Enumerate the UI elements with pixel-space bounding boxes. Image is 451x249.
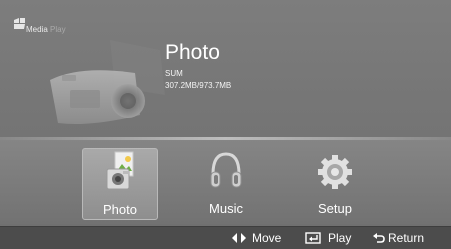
enter-icon <box>305 232 321 244</box>
media-play-screen: Media Play Photo SUM 307.2MB/973.7MB Pho… <box>0 0 451 249</box>
menu-label-photo: Photo <box>103 202 137 217</box>
menu-item-setup[interactable]: Setup <box>297 148 373 220</box>
menu-item-photo[interactable]: Photo <box>82 148 158 220</box>
hint-label-return: Return <box>388 231 425 245</box>
hint-return: Return <box>373 231 447 245</box>
media-play-logo-text: Media Play <box>26 25 66 34</box>
logo-text-dim: Play <box>47 25 66 34</box>
camera-illustration-icon <box>50 40 165 124</box>
photo-icon <box>106 151 134 190</box>
hint-label-move: Move <box>252 231 282 245</box>
storage-usage: 307.2MB/973.7MB <box>165 81 232 90</box>
logo-text-main: Media <box>26 25 48 34</box>
media-play-logo-icon <box>14 18 25 29</box>
headphones-icon <box>210 152 242 188</box>
menu-label-music: Music <box>209 201 243 216</box>
hint-play: Play <box>305 231 363 245</box>
selected-item-title: Photo <box>165 41 220 64</box>
gear-icon <box>318 155 352 189</box>
bottom-bar: Move Play Return <box>0 226 451 249</box>
return-icon <box>373 233 385 243</box>
menu-label-setup: Setup <box>318 201 352 216</box>
arrows-left-right-icon <box>232 233 246 243</box>
device-name: SUM <box>165 69 183 78</box>
hint-label-play: Play <box>328 231 352 245</box>
menu-item-music[interactable]: Music <box>188 148 264 220</box>
hint-move: Move <box>232 231 290 245</box>
